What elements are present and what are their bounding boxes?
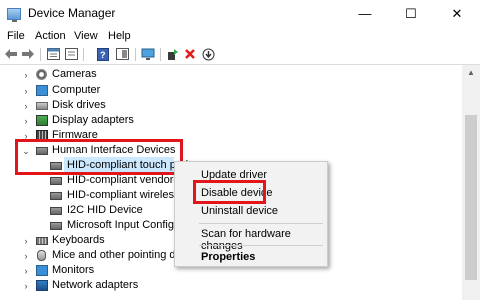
svg-text:?: ? xyxy=(100,50,106,60)
tree-item-label: Computer xyxy=(52,84,101,96)
scroll-up-arrow-icon[interactable]: ▲ xyxy=(462,65,480,81)
view-icon[interactable]: ? xyxy=(96,47,110,61)
toolbar-separator xyxy=(160,48,161,61)
tree-item-label: Cameras xyxy=(52,68,97,80)
device-manager-app-icon xyxy=(7,8,21,22)
uninstall-icon[interactable] xyxy=(166,47,180,61)
highlight-box-disable-device xyxy=(193,180,266,204)
close-button[interactable]: ✕ xyxy=(434,0,480,28)
back-icon[interactable] xyxy=(4,47,18,61)
highlight-box-hid-group xyxy=(15,139,183,175)
expand-chevron-icon[interactable]: › xyxy=(21,98,31,114)
menu-help[interactable]: Help xyxy=(108,30,131,42)
toolbar-separator xyxy=(40,48,41,61)
expand-chevron-icon[interactable]: › xyxy=(21,233,31,249)
tree-item-network-adapters[interactable]: › Network adapters xyxy=(0,278,462,294)
tree-item-computer[interactable]: › Computer xyxy=(0,83,462,99)
expand-chevron-icon[interactable]: › xyxy=(21,83,31,99)
forward-icon[interactable] xyxy=(21,47,35,61)
title-bar: Device Manager — ☐ ✕ xyxy=(0,0,480,28)
scrollbar-thumb[interactable] xyxy=(465,115,477,280)
menu-separator xyxy=(199,245,323,246)
tree-item-label: Keyboards xyxy=(52,234,105,246)
hid-device-icon xyxy=(50,192,62,200)
menu-action[interactable]: Action xyxy=(35,30,66,42)
tree-item-label: Network adapters xyxy=(52,279,139,291)
hid-device-icon xyxy=(50,222,62,230)
hid-device-icon xyxy=(50,207,62,215)
tree-item-label: Disk drives xyxy=(52,99,106,111)
menu-item-scan-hardware[interactable]: Scan for hardware changes xyxy=(175,225,327,252)
expand-chevron-icon[interactable]: › xyxy=(21,113,31,129)
disk-icon xyxy=(36,102,48,110)
hid-device-icon xyxy=(50,177,62,185)
expand-chevron-icon[interactable]: › xyxy=(21,263,31,279)
delete-icon[interactable] xyxy=(183,47,197,61)
tree-item-disk-drives[interactable]: › Disk drives xyxy=(0,98,462,114)
download-icon[interactable] xyxy=(201,47,215,61)
toolbar-separator xyxy=(83,48,84,61)
network-icon xyxy=(36,280,48,291)
tree-item-label: Monitors xyxy=(52,264,95,276)
tree-item-label: Display adapters xyxy=(52,114,134,126)
properties-icon[interactable] xyxy=(46,47,60,61)
tree-item-label: Microsoft Input Configu xyxy=(67,219,181,231)
tree-item-label: I2C HID Device xyxy=(67,204,143,216)
computer-icon xyxy=(36,85,48,96)
menu-item-properties[interactable]: Properties xyxy=(175,248,327,266)
menu-item-uninstall-device[interactable]: Uninstall device xyxy=(175,202,327,220)
context-menu: Update driver Disable device Uninstall d… xyxy=(174,161,328,267)
help-icon[interactable] xyxy=(64,47,78,61)
display-adapter-icon xyxy=(36,115,48,126)
minimize-button[interactable]: — xyxy=(342,0,388,28)
menu-file[interactable]: File xyxy=(7,30,25,42)
expand-chevron-icon[interactable]: › xyxy=(21,67,31,83)
menu-item-label: Properties xyxy=(201,251,256,263)
vertical-scrollbar[interactable]: ▲ xyxy=(462,65,480,300)
monitor-icon xyxy=(36,265,48,276)
keyboard-icon xyxy=(36,237,48,245)
toolbar: ? xyxy=(0,46,480,65)
menu-bar: File Action View Help xyxy=(0,28,480,46)
expand-chevron-icon[interactable]: › xyxy=(21,248,31,264)
menu-item-label: Uninstall device xyxy=(201,205,279,217)
tree-item-display-adapters[interactable]: › Display adapters xyxy=(0,113,462,129)
tree-item-cameras[interactable]: › Cameras xyxy=(0,67,462,83)
device-manager-window: Device Manager — ☐ ✕ File Action View He… xyxy=(0,0,480,300)
camera-icon xyxy=(36,69,47,80)
toolbar-separator xyxy=(135,48,136,61)
window-title: Device Manager xyxy=(28,6,116,20)
expand-chevron-icon[interactable]: › xyxy=(21,278,31,294)
menu-view[interactable]: View xyxy=(74,30,98,42)
mouse-icon xyxy=(37,250,46,261)
maximize-button[interactable]: ☐ xyxy=(388,0,434,28)
menu-separator xyxy=(199,223,323,224)
tree-item-label: HID-compliant vendor-de xyxy=(67,174,190,186)
scan-icon[interactable] xyxy=(115,47,129,61)
tree-item-label: Mice and other pointing dev xyxy=(52,249,188,261)
update-driver-icon[interactable] xyxy=(141,47,155,61)
